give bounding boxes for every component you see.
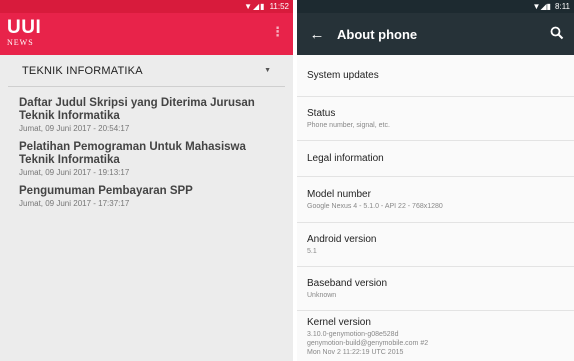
left-status-bar: ▼◢▮ 11:52 [0,0,293,13]
uui-news-logo: UUI NEWS [7,17,42,48]
right-status-bar: ▼◢▮ 8:11 [297,0,574,13]
setting-title: Model number [307,188,371,200]
right-app-bar: ← About phone [297,13,574,55]
setting-title: Legal information [307,152,384,164]
category-dropdown[interactable]: TEKNIK INFORMATIKA ▼ [8,55,285,87]
left-phone-screen: ▼◢▮ 11:52 UUI NEWS ⋮ TEKNIK INFORMATIKA … [0,0,293,361]
page-title: About phone [337,26,418,42]
setting-baseband-version[interactable]: Baseband version Unknown [297,267,574,311]
news-list-item[interactable]: Daftar Judul Skripsi yang Diterima Jurus… [19,97,279,133]
wifi-icon: ▼ [244,2,253,11]
setting-legal-information[interactable]: Legal information [297,141,574,177]
news-list-item[interactable]: Pengumuman Pembayaran SPP Jumat, 09 Juni… [19,185,279,208]
setting-subtitle: Phone number, signal, etc. [307,121,390,129]
right-status-time: 8:11 [555,2,570,11]
setting-kernel-version[interactable]: Kernel version 3.10.0-genymotion-g08e528… [297,311,574,361]
left-app-bar: UUI NEWS ⋮ [0,13,293,55]
overflow-menu-icon[interactable]: ⋮ [271,25,284,39]
news-title: Pengumuman Pembayaran SPP [19,185,193,197]
setting-subtitle: 3.10.0-genymotion-g08e528d genymotion-bu… [307,331,429,356]
search-icon[interactable] [550,26,564,40]
setting-android-version[interactable]: Android version 5.1 [297,223,574,267]
news-title: Daftar Judul Skripsi yang Diterima Jurus… [19,97,255,122]
news-date: Jumat, 09 Juni 2017 - 19:13:17 [19,168,130,177]
logo-main: UUI [7,17,42,38]
right-phone-screen: ▼◢▮ 8:11 ← About phone System updates St… [297,0,574,361]
left-status-icons: ▼◢▮ [244,2,265,11]
setting-title: Baseband version [307,277,388,289]
battery-icon: ▮ [546,2,552,11]
setting-subtitle: Google Nexus 4 - 5.1.0 - API 22 - 768x12… [307,202,443,210]
setting-subtitle: Unknown [307,291,337,299]
battery-icon: ▮ [260,2,266,11]
setting-status[interactable]: Status Phone number, signal, etc. [297,97,574,141]
left-status-time: 11:52 [269,2,289,11]
news-list: Daftar Judul Skripsi yang Diterima Jurus… [0,87,293,208]
setting-title: Kernel version [307,317,371,328]
dropdown-caret-icon: ▼ [264,67,271,74]
setting-system-updates[interactable]: System updates [297,55,574,97]
right-status-icons: ▼◢▮ [533,2,551,11]
logo-sub: NEWS [7,38,34,47]
news-list-item[interactable]: Pelatihan Pemograman Untuk Mahasiswa Tek… [19,141,279,177]
back-arrow-icon[interactable]: ← [297,26,337,43]
setting-title: Android version [307,233,377,245]
news-date: Jumat, 09 Juni 2017 - 17:37:17 [19,199,130,208]
news-date: Jumat, 09 Juni 2017 - 20:54:17 [19,124,130,133]
category-dropdown-label: TEKNIK INFORMATIKA [22,64,143,77]
setting-title: Status [307,107,336,119]
setting-model-number[interactable]: Model number Google Nexus 4 - 5.1.0 - AP… [297,177,574,223]
setting-subtitle: 5.1 [307,247,317,255]
news-title: Pelatihan Pemograman Untuk Mahasiswa Tek… [19,141,246,166]
setting-title: System updates [307,69,379,81]
